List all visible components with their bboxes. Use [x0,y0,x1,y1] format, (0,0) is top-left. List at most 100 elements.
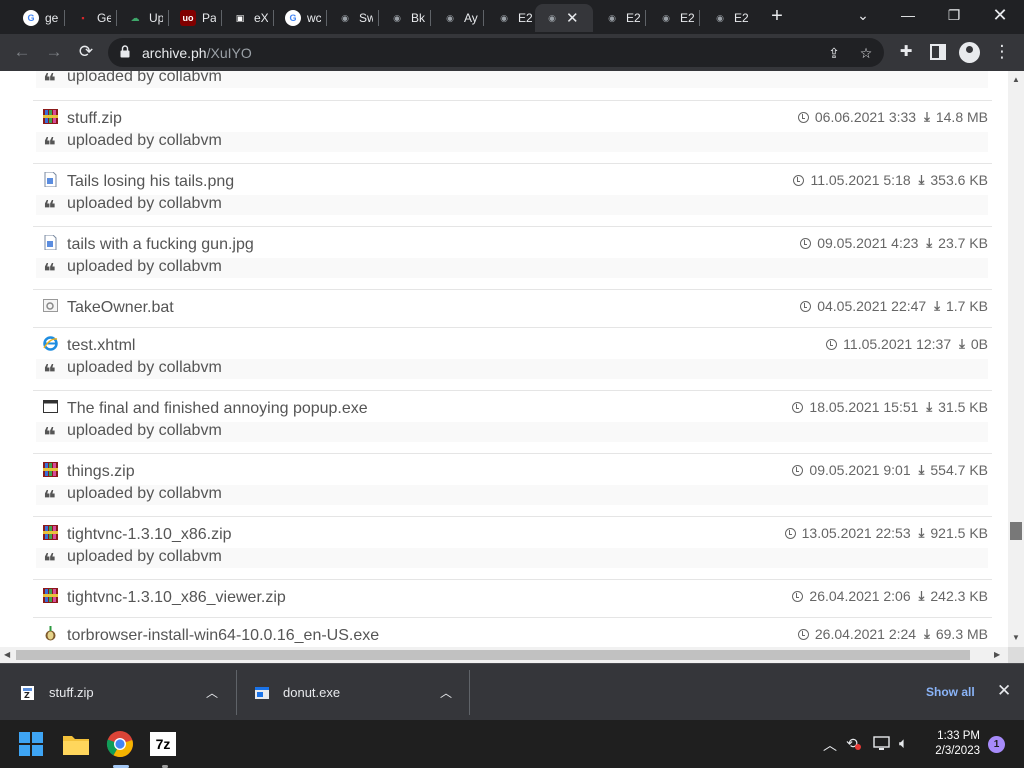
clock-date: 2/3/2023 [935,745,980,757]
file-link[interactable]: tightvnc-1.3.10_x86_viewer.zip [67,589,286,607]
browser-tab[interactable]: ◉ E2 [703,4,751,32]
browser-tab[interactable]: ▣ eX [223,4,271,32]
new-tab-button[interactable]: + [767,6,787,28]
close-tab-icon[interactable]: ✕ [566,9,579,27]
browser-tab[interactable]: ◉ E2 [487,4,535,32]
horizontal-scroll-thumb[interactable] [16,650,970,660]
forward-button[interactable]: → [42,41,66,63]
file-size: 554.7 KB [930,462,988,478]
scroll-up-arrow-icon[interactable]: ▲ [1012,75,1020,84]
download-item-donut-exe[interactable]: donut.exe ︿ [254,664,470,721]
file-row: tightvnc-1.3.10_x86.zip 13.05.2021 22:53 ⤓… [33,516,992,579]
back-button[interactable]: ← [10,41,34,63]
clock-icon [800,237,812,249]
tab-separator [273,10,274,26]
network-icon[interactable] [873,735,891,754]
file-link[interactable]: The final and finished annoying popup.ex… [67,400,368,418]
clock-icon [800,300,812,312]
browser-tab[interactable]: uo Pa [171,4,219,32]
scroll-left-arrow-icon[interactable]: ◀ [4,650,10,659]
minimize-button[interactable]: — [893,4,923,26]
tab-title: E2 [680,11,694,25]
tab-search-icon[interactable]: ⌄ [848,4,878,26]
file-link[interactable]: stuff.zip [67,110,122,128]
browser-tab[interactable]: Gge [14,4,62,32]
image-file-icon [43,234,58,251]
close-window-button[interactable]: ✕ [985,4,1015,26]
google-icon: G [23,10,39,26]
file-date: 18.05.2021 15:51 [809,399,919,415]
system-clock[interactable]: 1:33 PM 2/3/2023 [930,729,980,759]
tab-separator [221,10,222,26]
vertical-scrollbar[interactable]: ▲ ▼ [1008,71,1024,647]
uploader-text: uploaded by collabvm [67,485,222,502]
red-app-icon: ▪ [81,13,85,23]
chrome-button[interactable] [106,728,136,768]
chevron-up-icon[interactable]: ︿ [440,684,452,701]
browser-tab[interactable]: Gwc [276,4,324,32]
exe-file-icon [43,399,58,414]
share-icon[interactable]: ⇪ [824,43,844,63]
sync-icon[interactable]: ⟲ [846,735,861,752]
bat-file-icon [43,298,58,313]
show-all-downloads-link[interactable]: Show all [926,685,975,699]
browser-tab[interactable]: ◉ ✕ [535,4,593,32]
side-panel-icon[interactable] [926,41,950,63]
quote-icon: ❝ [43,133,56,158]
zip-file-icon [43,588,58,603]
horizontal-scrollbar[interactable]: ◀ ▶ [0,647,1008,663]
volume-icon[interactable]: 🔈︎ [899,735,908,752]
globe-icon: ◉ [608,12,616,23]
close-shelf-icon[interactable]: ✕ [997,681,1011,701]
tab-separator [326,10,327,26]
file-meta: 04.05.2021 22:47 ⤓ 1.7 KB [800,298,988,314]
browser-tab[interactable]: ☁ Up [118,4,166,32]
browser-tab[interactable]: ◉ E2 [649,4,697,32]
tab-separator [64,10,65,26]
chrome-icon [106,731,133,758]
notification-badge[interactable]: 1 [988,736,1005,753]
file-link[interactable]: tails with a fucking gun.jpg [67,236,254,254]
file-row: Tails losing his tails.png 11.05.2021 5:1… [33,163,992,226]
chevron-up-icon[interactable]: ︿ [206,684,218,701]
scroll-down-arrow-icon[interactable]: ▼ [1012,633,1020,642]
profile-avatar[interactable] [959,42,980,63]
file-link[interactable]: tightvnc-1.3.10_x86.zip [67,526,232,544]
tab-title: eX [254,11,268,25]
quote-icon: ❝ [43,486,56,511]
tab-title: ge [45,11,59,25]
browser-tab[interactable]: ◉ E2 [595,4,643,32]
file-link[interactable]: test.xhtml [67,337,135,355]
start-button[interactable] [18,728,48,760]
scroll-right-arrow-icon[interactable]: ▶ [994,650,1000,659]
browser-tab[interactable]: ◉ Sw [328,4,376,32]
file-link[interactable]: TakeOwner.bat [67,299,174,317]
file-meta: 06.06.2021 3:33 ⤓ 14.8 MB [797,109,988,125]
tab-title: Up [149,11,163,25]
address-bar[interactable]: archive.ph/XuIYO ⇪ ☆ [108,38,884,67]
7zip-icon: 7z [150,732,176,756]
extensions-icon[interactable]: ✚ [894,41,918,63]
globe-icon: ◉ [716,12,724,23]
menu-kebab-icon[interactable]: ⋮ [990,41,1014,63]
file-size: 353.6 KB [930,172,988,188]
vertical-scroll-thumb[interactable] [1010,522,1022,540]
download-item-stuff-zip[interactable]: Z stuff.zip ︿ [20,664,236,721]
7zip-button[interactable]: 7z [150,728,180,768]
browser-tab[interactable]: ◉ Ay [433,4,481,32]
bookmark-star-icon[interactable]: ☆ [856,43,876,63]
browser-tab[interactable]: ◉ Bk [380,4,428,32]
reload-button[interactable]: ⟳ [74,41,98,63]
file-date: 13.05.2021 22:53 [801,525,911,541]
tray-chevron-up-icon[interactable]: ︿ [823,735,837,755]
file-date: 26.04.2021 2:24 [814,626,917,642]
file-explorer-button[interactable] [62,728,92,760]
clock-icon [797,111,809,123]
file-link[interactable]: Tails losing his tails.png [67,173,234,191]
file-link[interactable]: torbrowser-install-win64-10.0.16_en-US.e… [67,627,379,645]
restore-button[interactable]: ❐ [939,4,969,26]
file-link[interactable]: things.zip [67,463,135,481]
browser-tab[interactable]: ▪ Ge [66,4,114,32]
download-filename: donut.exe [283,685,341,700]
file-row-partial: ❝ uploaded by collabvm [33,71,992,100]
